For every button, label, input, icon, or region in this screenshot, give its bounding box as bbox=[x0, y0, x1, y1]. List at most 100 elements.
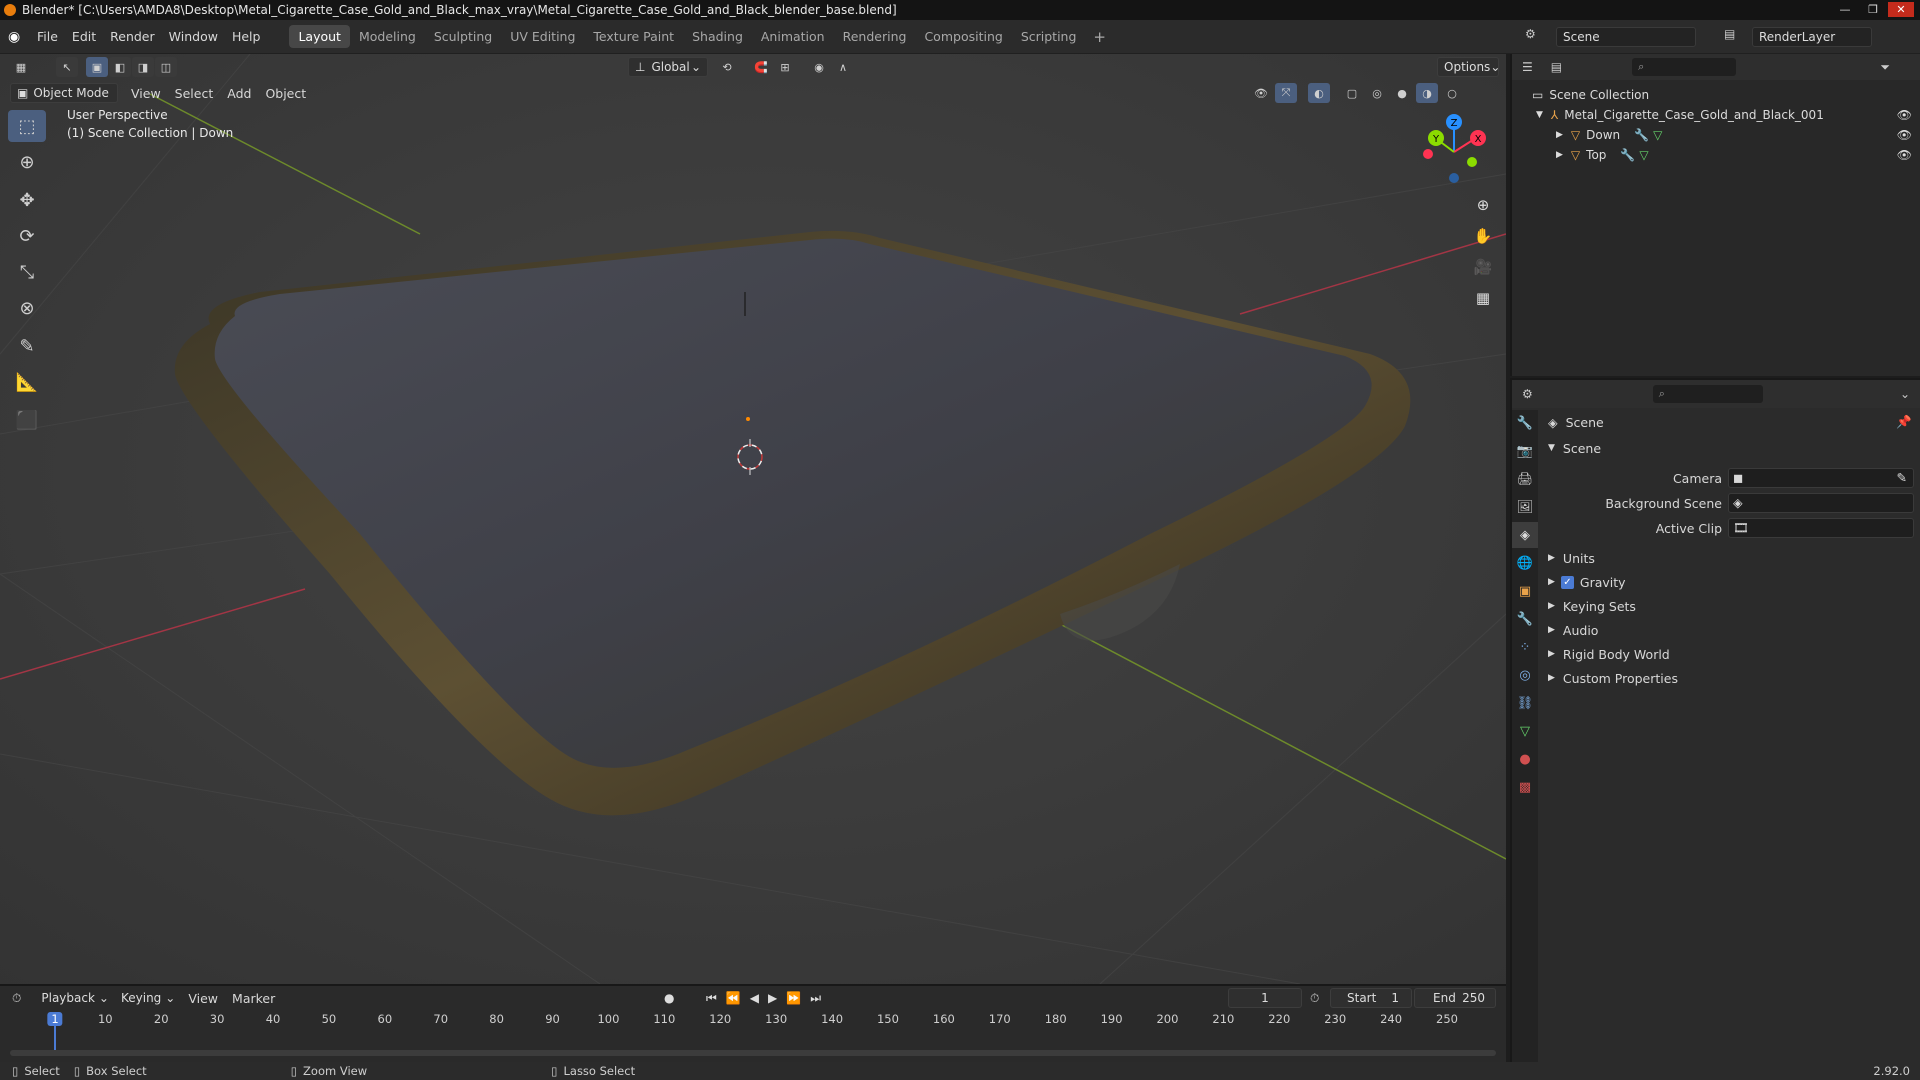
move-tool-icon[interactable]: ✥ bbox=[8, 184, 46, 216]
gizmo-neg-y[interactable] bbox=[1467, 157, 1477, 167]
output-tab-icon[interactable]: 🖨 bbox=[1512, 466, 1538, 492]
modifier-tab-icon[interactable]: 🔧 bbox=[1512, 606, 1538, 632]
filter-icon[interactable]: ⏷ bbox=[1880, 60, 1890, 75]
active-clip-field[interactable]: 🎞 bbox=[1728, 518, 1914, 538]
pin-icon[interactable]: 📌 bbox=[1896, 414, 1912, 430]
blender-menu-icon[interactable]: ◉ bbox=[8, 29, 30, 45]
outliner-row-down[interactable]: ▶ ▽ Down 🔧 ▽ 👁 bbox=[1512, 125, 1920, 145]
scale-tool-icon[interactable]: ⤡ bbox=[8, 256, 46, 288]
scene-panel-header[interactable]: ▼ Scene bbox=[1538, 436, 1920, 460]
3d-viewport[interactable]: ▦ ↖ ▣ ◧ ◨ ◫ ⊥ Global ⌄ ⟲ 🧲 ⊞ ◉ ∧ Options… bbox=[0, 54, 1506, 984]
viewport-menu-view[interactable]: View bbox=[124, 86, 168, 101]
outliner-search-input[interactable]: ⌕ bbox=[1632, 58, 1737, 76]
tab-rendering[interactable]: Rendering bbox=[834, 25, 916, 48]
viewport-menu-object[interactable]: Object bbox=[258, 86, 313, 101]
scene-selector[interactable]: Scene bbox=[1556, 27, 1696, 47]
world-tab-icon[interactable]: 🌐 bbox=[1512, 550, 1538, 576]
camera-view-icon[interactable]: 🎥 bbox=[1470, 254, 1496, 280]
xray-icon[interactable]: ▢ bbox=[1341, 83, 1363, 103]
outliner-row-object[interactable]: ▼ ⅄ Metal_Cigarette_Case_Gold_and_Black_… bbox=[1512, 105, 1920, 125]
tab-animation[interactable]: Animation bbox=[752, 25, 834, 48]
viewport-menu-select[interactable]: Select bbox=[168, 86, 221, 101]
gravity-panel-header[interactable]: ▶ ✓ Gravity bbox=[1538, 570, 1920, 594]
menu-file[interactable]: File bbox=[30, 29, 65, 44]
add-cube-tool-icon[interactable]: ⬛ bbox=[8, 404, 46, 436]
tab-scripting[interactable]: Scripting bbox=[1012, 25, 1086, 48]
minimize-icon[interactable]: — bbox=[1832, 2, 1858, 17]
timeline-ruler[interactable]: 1 10 20 30 40 50 60 70 80 90 100 110 120 130 140 150 160… bbox=[0, 986, 1506, 1050]
chevron-down-icon[interactable]: ⌄ bbox=[1900, 387, 1910, 401]
outliner-row-scene-collection[interactable]: ▭ Scene Collection bbox=[1512, 85, 1920, 105]
wireframe-shading-icon[interactable]: ◎ bbox=[1366, 83, 1388, 103]
tab-layout[interactable]: Layout bbox=[289, 25, 350, 48]
view-layer-tab-icon[interactable]: 🖼 bbox=[1512, 494, 1538, 520]
tab-compositing[interactable]: Compositing bbox=[915, 25, 1011, 48]
tab-texture-paint[interactable]: Texture Paint bbox=[584, 25, 683, 48]
overlay-toggle-icon[interactable]: ◐ bbox=[1308, 83, 1330, 103]
editor-type-icon[interactable]: ▦ bbox=[10, 57, 32, 77]
cursor-tool-icon[interactable]: ⊕ bbox=[8, 146, 46, 178]
eye-icon[interactable]: 👁 bbox=[1897, 148, 1912, 162]
select-mode-new-icon[interactable]: ▣ bbox=[86, 57, 108, 77]
expand-arrow-icon[interactable]: ▼ bbox=[1536, 110, 1543, 120]
tab-sculpting[interactable]: Sculpting bbox=[425, 25, 501, 48]
navigation-gizmo[interactable]: Z X Y bbox=[1412, 110, 1494, 192]
outliner-editor-icon[interactable]: ☰ bbox=[1522, 60, 1533, 74]
measure-tool-icon[interactable]: 📐 bbox=[8, 366, 46, 398]
options-dropdown[interactable]: Options ⌄ bbox=[1437, 57, 1500, 77]
close-icon[interactable]: ✕ bbox=[1888, 2, 1914, 17]
snap-icon[interactable]: 🧲 bbox=[750, 57, 772, 77]
annotate-tool-icon[interactable]: ✎ bbox=[8, 330, 46, 362]
gravity-checkbox[interactable]: ✓ bbox=[1560, 575, 1574, 589]
units-panel-header[interactable]: ▶ Units bbox=[1538, 546, 1920, 570]
gizmo-neg-x[interactable] bbox=[1423, 149, 1433, 159]
tool-select-icon[interactable]: ↖ bbox=[56, 57, 78, 77]
add-workspace-icon[interactable]: + bbox=[1085, 28, 1114, 46]
rigid-body-world-panel-header[interactable]: ▶ Rigid Body World bbox=[1538, 642, 1920, 666]
rotate-tool-icon[interactable]: ⟳ bbox=[8, 220, 46, 252]
data-tab-icon[interactable]: ▽ bbox=[1512, 718, 1538, 744]
expand-arrow-icon[interactable]: ▶ bbox=[1556, 150, 1563, 160]
transform-tool-icon[interactable]: ⊗ bbox=[8, 292, 46, 324]
rendered-shading-icon[interactable]: ○ bbox=[1441, 83, 1463, 103]
proportional-edit-icon[interactable]: ◉ bbox=[808, 57, 830, 77]
eye-icon[interactable]: 👁 bbox=[1897, 108, 1912, 122]
properties-search-input[interactable]: ⌕ bbox=[1652, 385, 1763, 403]
select-mode-intersect-icon[interactable]: ◫ bbox=[155, 57, 177, 77]
material-tab-icon[interactable]: ● bbox=[1512, 746, 1538, 772]
zoom-icon[interactable]: ⊕ bbox=[1470, 192, 1496, 218]
scene-tab-icon[interactable]: ◈ bbox=[1512, 522, 1538, 548]
viewport-menu-add[interactable]: Add bbox=[220, 86, 258, 101]
transform-orientation-dropdown[interactable]: ⊥ Global ⌄ bbox=[628, 57, 708, 77]
render-tab-icon[interactable]: 📷 bbox=[1512, 438, 1538, 464]
material-shading-icon[interactable]: ◑ bbox=[1416, 83, 1438, 103]
display-mode-icon[interactable]: ▤ bbox=[1551, 60, 1562, 74]
select-mode-extend-icon[interactable]: ◧ bbox=[109, 57, 131, 77]
constraints-tab-icon[interactable]: ⛓ bbox=[1512, 690, 1538, 716]
menu-window[interactable]: Window bbox=[162, 29, 225, 44]
select-mode-subtract-icon[interactable]: ◨ bbox=[132, 57, 154, 77]
timeline-scrollbar[interactable] bbox=[10, 1050, 1496, 1056]
particles-tab-icon[interactable]: ⁘ bbox=[1512, 634, 1538, 660]
select-box-tool-icon[interactable]: ⬚ bbox=[8, 110, 46, 142]
mode-dropdown[interactable]: ▣ Object Mode bbox=[10, 83, 118, 103]
eyedropper-icon[interactable]: ✎ bbox=[1897, 470, 1907, 485]
outliner-row-top[interactable]: ▶ ▽ Top 🔧 ▽ 👁 bbox=[1512, 145, 1920, 165]
pivot-point-icon[interactable]: ⟲ bbox=[716, 57, 738, 77]
physics-tab-icon[interactable]: ◎ bbox=[1512, 662, 1538, 688]
audio-panel-header[interactable]: ▶ Audio bbox=[1538, 618, 1920, 642]
tab-shading[interactable]: Shading bbox=[683, 25, 752, 48]
texture-tab-icon[interactable]: ▩ bbox=[1512, 774, 1538, 800]
tab-modeling[interactable]: Modeling bbox=[350, 25, 425, 48]
ortho-grid-icon[interactable]: ▦ bbox=[1470, 285, 1496, 311]
tab-uv-editing[interactable]: UV Editing bbox=[501, 25, 584, 48]
custom-properties-panel-header[interactable]: ▶ Custom Properties bbox=[1538, 666, 1920, 690]
camera-field[interactable]: ◼ ✎ bbox=[1728, 468, 1914, 488]
menu-render[interactable]: Render bbox=[103, 29, 162, 44]
pan-hand-icon[interactable]: ✋ bbox=[1470, 223, 1496, 249]
visibility-icon[interactable]: 👁 bbox=[1250, 83, 1272, 103]
menu-edit[interactable]: Edit bbox=[65, 29, 103, 44]
background-scene-field[interactable]: ◈ bbox=[1728, 493, 1914, 513]
render-layer-icon[interactable]: ▤ bbox=[1724, 27, 1735, 41]
solid-shading-icon[interactable]: ● bbox=[1391, 83, 1413, 103]
